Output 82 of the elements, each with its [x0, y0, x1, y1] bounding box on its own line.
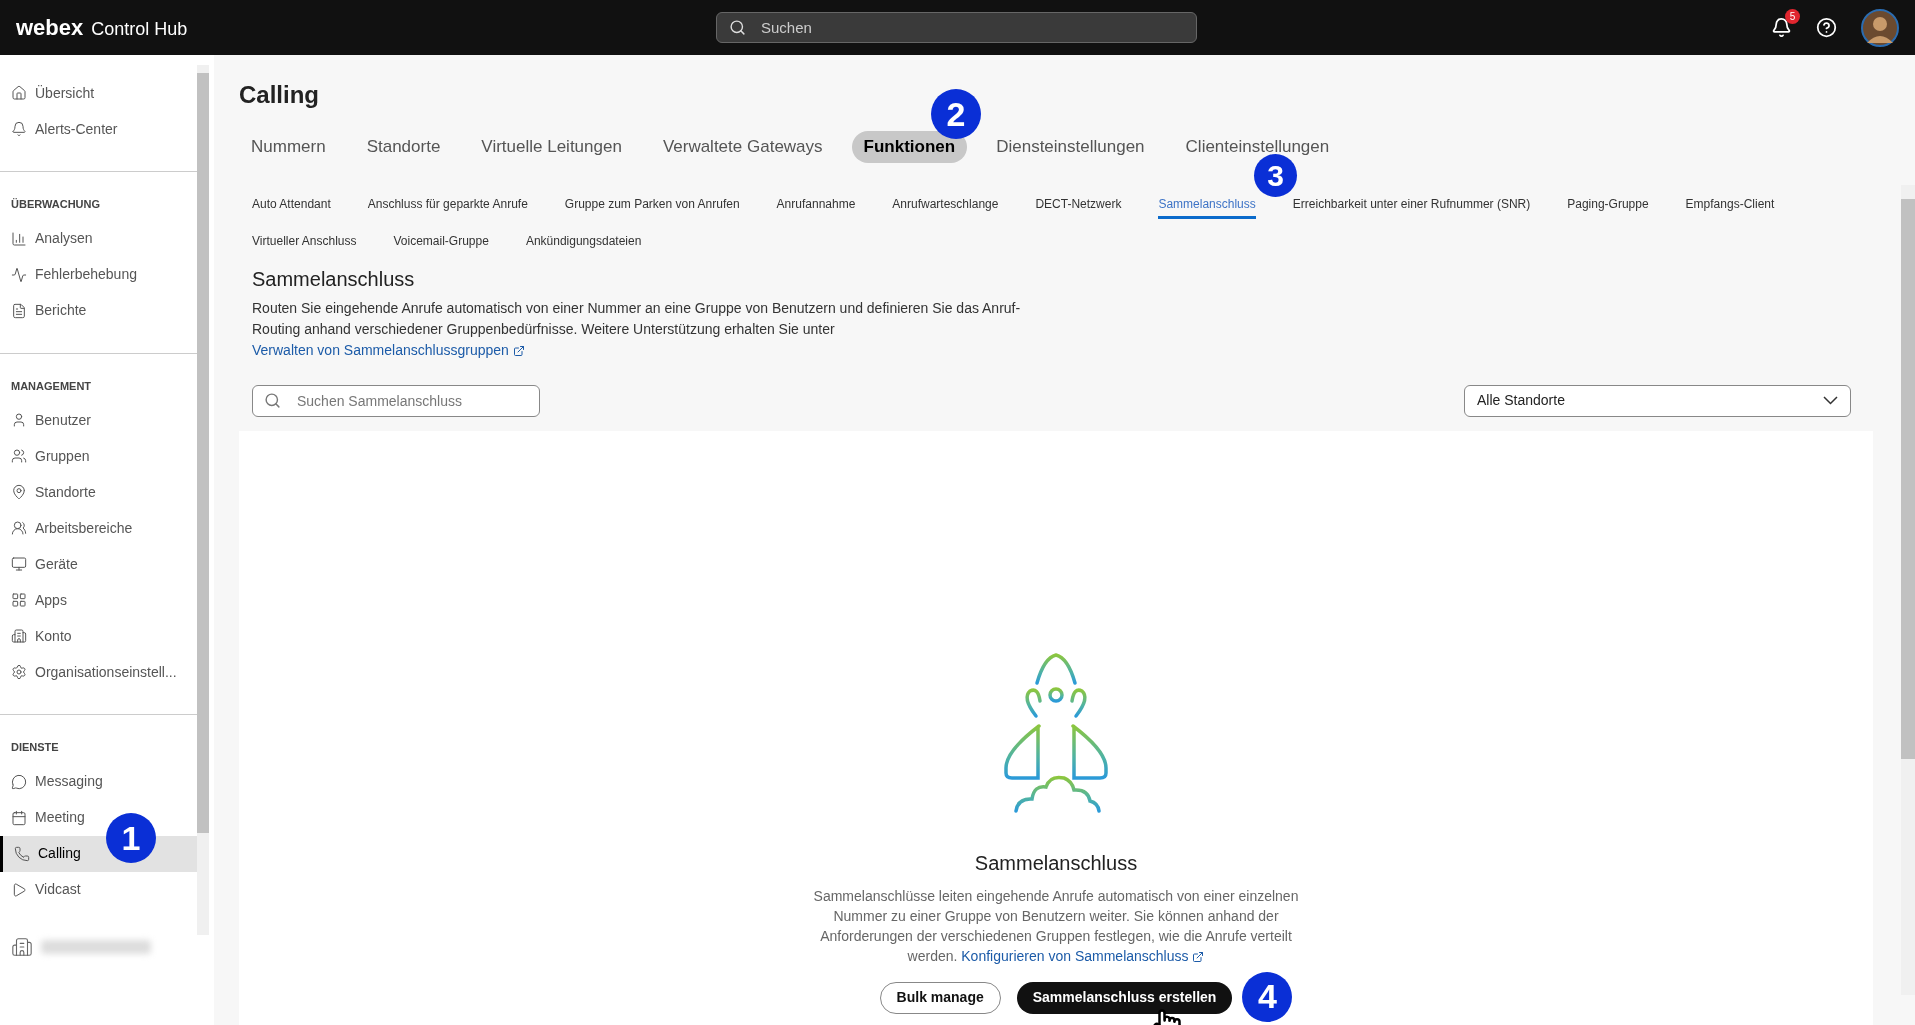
sidebar-item[interactable]: Messaging [0, 763, 197, 800]
bell-icon [11, 121, 27, 137]
external-link-icon [1192, 950, 1205, 963]
sidebar-item[interactable]: Geräte [0, 546, 197, 582]
users-icon [11, 448, 27, 464]
configure-link[interactable]: Konfigurieren von Sammelanschluss [961, 947, 1189, 964]
step-number-tooltip: 4 [1242, 971, 1293, 1022]
notifications-icon[interactable] [1771, 17, 1792, 38]
create-button[interactable]: Sammelanschluss erstellen [1016, 981, 1233, 1014]
sidebar-item[interactable]: Vidcast [0, 871, 197, 908]
search-field[interactable]: Suchen [716, 12, 1197, 43]
chevron-down-icon [1823, 396, 1838, 405]
subtab[interactable]: Auto Attendant [252, 194, 331, 219]
sidebar-item[interactable]: Konto [0, 618, 197, 654]
people-icon [11, 520, 27, 536]
sidebar-item[interactable]: Gruppen [0, 438, 197, 474]
tab[interactable]: Funktionen [851, 131, 968, 163]
notification-badge: 5 [1785, 9, 1800, 24]
sidebar-item[interactable]: Standorte [0, 474, 197, 510]
search-icon [729, 19, 746, 36]
step-number-tooltip: 3 [1254, 154, 1297, 197]
subtab[interactable]: Anrufannahme [776, 194, 856, 219]
pulse-icon [11, 266, 27, 283]
subtab[interactable]: Voicemail-Gruppe [393, 231, 489, 256]
tab[interactable]: Virtuelle Leitungen [469, 131, 634, 163]
sidebar-item[interactable]: Organisationseinstell... [0, 654, 197, 690]
grid-icon [11, 592, 27, 608]
map-pin-icon [11, 484, 27, 500]
subtab[interactable]: Anrufwarteschlange [892, 194, 999, 219]
sidebar-item[interactable]: Fehlerbehebung [0, 256, 197, 293]
search-field[interactable]: Suchen Sammelanschluss [252, 384, 540, 417]
building-icon [11, 628, 27, 644]
brand-logo[interactable]: webex [16, 11, 84, 44]
section-title: Sammelanschluss [251, 266, 416, 292]
tab[interactable]: Diensteinstellungen [984, 131, 1157, 163]
search-icon [264, 392, 281, 409]
monitor-icon [11, 556, 27, 572]
play-icon [11, 881, 27, 898]
home-icon [11, 85, 27, 101]
subtab[interactable]: Paging-Gruppe [1567, 194, 1649, 219]
avatar[interactable] [1861, 8, 1899, 47]
empty-state-description: Sammelanschlüsse leiten eingehende Anrufe automatisch von einer einzelnen Nummer zu einer Gruppe von Benutzern weiter. Sie können anhand der Anforderungen der verschiedenen Gruppen festlegen, wie die Anrufe verteilt werden. Konfigurieren von Sammelanschluss [812, 886, 1300, 966]
page-title: Calling [239, 80, 320, 110]
subtab[interactable]: DECT-Netzwerk [1035, 194, 1122, 219]
building-icon [11, 935, 33, 958]
sidebar-section-heading: ÜBERWACHUNG [10, 197, 102, 212]
sidebar-item[interactable]: Arbeitsbereiche [0, 510, 197, 546]
subtab[interactable]: Virtueller Anschluss [252, 231, 357, 256]
sidebar-item[interactable]: Analysen [0, 220, 197, 257]
location-dropdown[interactable]: Alle Standorte [1464, 384, 1851, 417]
subtab[interactable]: Gruppe zum Parken von Anrufen [564, 194, 740, 219]
sidebar-section-heading: DIENSTE [10, 740, 60, 755]
help-icon[interactable] [1816, 17, 1837, 38]
calendar-icon [11, 809, 27, 826]
subtab[interactable]: Erreichbarkeit unter einer Rufnummer (SNR) [1292, 194, 1531, 219]
subtab[interactable]: Anschluss für geparkte Anrufe [367, 194, 528, 219]
subtab[interactable]: Ankündigungsdateien [525, 231, 642, 256]
tab[interactable]: Nummern [239, 131, 338, 163]
tab[interactable]: Standorte [354, 131, 453, 163]
tab[interactable]: Verwaltete Gateways [650, 131, 835, 163]
product-name: Control Hub [91, 18, 188, 41]
external-link-icon [512, 344, 525, 357]
sidebar-section-heading: MANAGEMENT [10, 378, 93, 394]
subtab[interactable]: Sammelanschluss [1158, 194, 1256, 219]
sidebar-item[interactable]: Benutzer [0, 402, 197, 438]
sidebar-item[interactable]: Übersicht [0, 75, 197, 111]
chat-icon [11, 773, 27, 790]
settings-icon [11, 664, 27, 680]
empty-state-title: Sammelanschluss [974, 850, 1138, 876]
step-number-tooltip: 2 [931, 89, 981, 139]
sidebar-item[interactable]: Berichte [0, 292, 197, 329]
bar-chart-icon [11, 230, 27, 247]
bulk-manage-button[interactable]: Bulk manage [879, 981, 1001, 1014]
step-number-tooltip: 1 [106, 813, 156, 863]
sidebar-item[interactable]: Alerts-Center [0, 111, 197, 147]
help-link[interactable]: Verwalten von Sammelanschlussgruppen [252, 341, 509, 358]
phone-icon [14, 845, 30, 862]
section-description: Routen Sie eingehende Anrufe automatisch von einer Nummer an eine Gruppe von Benutzern und definieren Sie das Anruf-Routing anhand verschiedener Gruppenbedürfnisse. Weitere Unterstützung erhalten Sie unter Verwalten von Sammelanschlussgruppen [251, 298, 1022, 360]
sidebar-item[interactable]: Apps [0, 582, 197, 618]
user-icon [11, 412, 27, 428]
subtab[interactable]: Empfangs-Client [1685, 194, 1775, 219]
document-icon [11, 302, 27, 319]
